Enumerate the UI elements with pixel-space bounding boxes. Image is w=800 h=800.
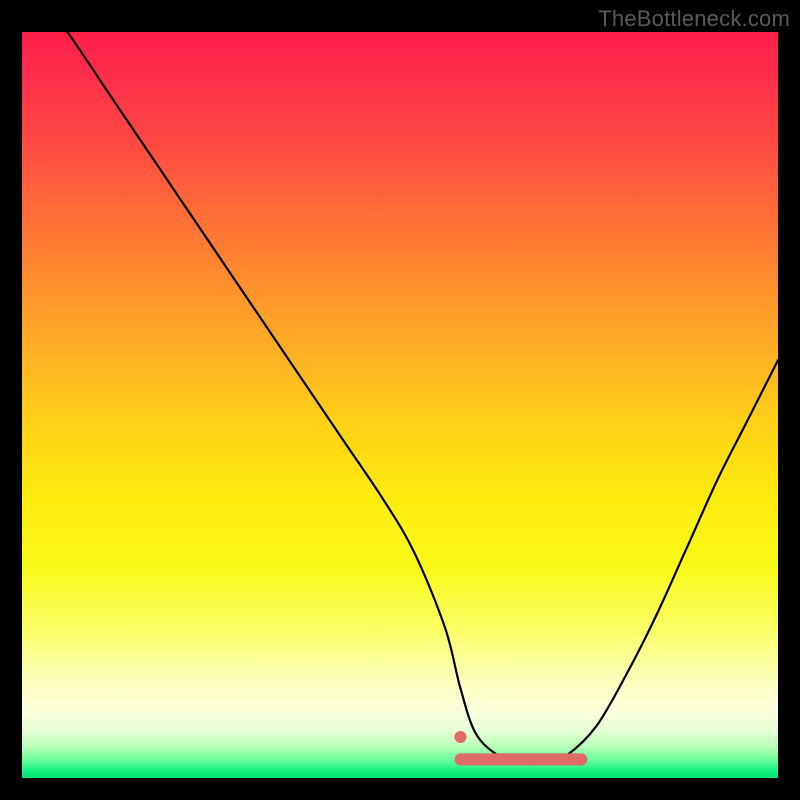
watermark-text: TheBottleneck.com: [598, 6, 790, 32]
plot-svg: [22, 32, 778, 778]
chart-frame: TheBottleneck.com: [0, 0, 800, 800]
plot-area: [22, 32, 778, 778]
curve-marker: [455, 731, 467, 743]
gradient-background: [22, 32, 778, 778]
